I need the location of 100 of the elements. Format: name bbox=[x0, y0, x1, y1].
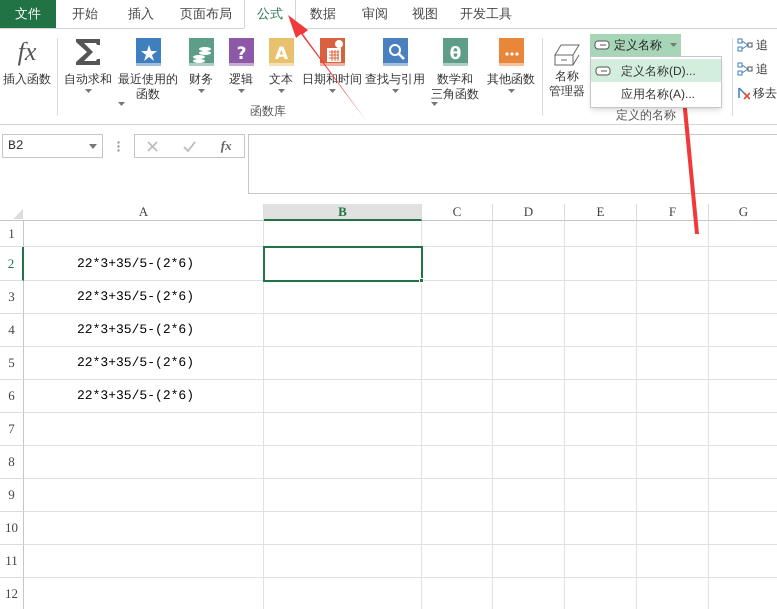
row-header[interactable]: 2 bbox=[0, 247, 24, 281]
table-cell bbox=[422, 446, 493, 479]
table-cell bbox=[422, 413, 493, 446]
table-cell bbox=[565, 281, 637, 314]
column-header[interactable]: G bbox=[709, 204, 777, 221]
table-cell bbox=[422, 380, 493, 413]
ribbon-tab[interactable]: 页面布局 bbox=[168, 0, 244, 28]
table-cell bbox=[493, 479, 565, 512]
ribbon-tab[interactable]: 开发工具 bbox=[450, 0, 522, 28]
table-cell bbox=[565, 479, 637, 512]
row-header[interactable]: 11 bbox=[0, 545, 24, 578]
table-cell bbox=[422, 314, 493, 347]
row-header[interactable]: 5 bbox=[0, 347, 24, 380]
table-cell bbox=[493, 281, 565, 314]
table-cell bbox=[565, 247, 637, 281]
ribbon-button[interactable]: 其他函数 bbox=[483, 29, 539, 113]
table-cell: 22*3+35/5-(2*6) bbox=[24, 380, 264, 413]
group-label: 定义的名称 bbox=[616, 107, 676, 124]
ribbon-tab[interactable]: 审阅 bbox=[350, 0, 400, 28]
menu-item[interactable]: 应用名称(A)... bbox=[591, 82, 721, 105]
table-cell bbox=[637, 413, 709, 446]
column-header[interactable]: F bbox=[637, 204, 709, 221]
formula-input[interactable] bbox=[248, 134, 777, 194]
table-cell: 22*3+35/5-(2*6) bbox=[24, 247, 264, 281]
table-cell bbox=[565, 545, 637, 578]
column-header[interactable]: D bbox=[493, 204, 565, 221]
trace-arrows-icon bbox=[737, 62, 753, 76]
table-cell bbox=[637, 380, 709, 413]
ribbon-button[interactable]: 财务 bbox=[181, 29, 221, 113]
book-icon bbox=[317, 37, 347, 67]
file-tab[interactable]: 文件 bbox=[0, 0, 56, 28]
row-header[interactable]: 1 bbox=[0, 221, 24, 247]
table-cell bbox=[565, 512, 637, 545]
table-cell bbox=[422, 221, 493, 247]
dropdown-icon bbox=[89, 144, 97, 148]
ribbon-tab[interactable]: 公式 bbox=[244, 0, 296, 29]
table-cell: 22*3+35/5-(2*6) bbox=[24, 314, 264, 347]
table-cell bbox=[637, 281, 709, 314]
audit-button[interactable]: 移去 bbox=[737, 83, 777, 103]
row-header[interactable]: 8 bbox=[0, 446, 24, 479]
column-header[interactable]: E bbox=[565, 204, 637, 221]
name-box[interactable]: B2 bbox=[2, 134, 103, 158]
ribbon-button[interactable]: 最近使用的 函数 bbox=[115, 29, 181, 113]
check-icon[interactable] bbox=[183, 140, 196, 152]
table-cell bbox=[493, 314, 565, 347]
sigma-icon bbox=[74, 37, 102, 67]
name-manager-button[interactable]: 名称 管理器 bbox=[546, 29, 588, 109]
table-cell: 22*3+35/5-(2*6) bbox=[24, 281, 264, 314]
row-header[interactable]: 3 bbox=[0, 281, 24, 314]
ribbon-button[interactable]: 查找与引用 bbox=[363, 29, 427, 113]
ribbon-button[interactable]: θ 数学和 三角函数 bbox=[427, 29, 483, 113]
row-header[interactable]: 9 bbox=[0, 479, 24, 512]
fill-handle[interactable] bbox=[419, 278, 424, 283]
table-cell bbox=[422, 479, 493, 512]
row-header[interactable]: 12 bbox=[0, 578, 24, 609]
table-cell bbox=[565, 221, 637, 247]
active-cell[interactable] bbox=[264, 247, 422, 281]
ribbon-tab[interactable]: 数据 bbox=[296, 0, 350, 28]
table-cell: 22*3+35/5-(2*6) bbox=[24, 347, 264, 380]
table-cell bbox=[493, 380, 565, 413]
table-cell bbox=[637, 479, 709, 512]
book-icon bbox=[133, 37, 163, 67]
audit-button[interactable]: 追 bbox=[737, 59, 777, 79]
row-header[interactable]: 10 bbox=[0, 512, 24, 545]
table-cell bbox=[565, 347, 637, 380]
row-header[interactable]: 7 bbox=[0, 413, 24, 446]
column-header[interactable]: B bbox=[264, 204, 422, 221]
more-icon bbox=[117, 141, 120, 152]
define-name-button[interactable]: 定义名称 bbox=[590, 34, 681, 56]
tag-icon bbox=[594, 40, 610, 50]
function-icon: fx bbox=[18, 39, 36, 65]
audit-button[interactable]: 追 bbox=[737, 35, 777, 55]
book-icon bbox=[496, 37, 526, 67]
column-header[interactable]: C bbox=[422, 204, 493, 221]
tag-icon bbox=[595, 66, 611, 76]
row-header[interactable]: 6 bbox=[0, 380, 24, 413]
table-cell bbox=[422, 545, 493, 578]
ribbon-tab[interactable]: 视图 bbox=[400, 0, 450, 28]
ribbon-tab[interactable]: 插入 bbox=[114, 0, 168, 28]
cancel-icon[interactable] bbox=[147, 140, 158, 152]
table-cell bbox=[637, 314, 709, 347]
column-header[interactable]: A bbox=[24, 204, 264, 221]
select-all-icon bbox=[13, 209, 23, 219]
table-cell bbox=[422, 281, 493, 314]
menu-item[interactable]: 定义名称(D)... bbox=[591, 59, 721, 82]
table-cell bbox=[637, 512, 709, 545]
ribbon-button[interactable]: fx 插入函数 bbox=[0, 29, 54, 113]
row-header[interactable]: 4 bbox=[0, 314, 24, 347]
cell-reference: B2 bbox=[8, 137, 24, 156]
remove-arrows-icon bbox=[737, 86, 750, 100]
table-cell bbox=[493, 247, 565, 281]
table-cell bbox=[637, 545, 709, 578]
trace-arrows-icon bbox=[737, 38, 753, 52]
dropdown-icon bbox=[670, 43, 677, 47]
insert-function-button[interactable]: fx bbox=[220, 136, 232, 156]
table-cell bbox=[422, 347, 493, 380]
book-icon: A bbox=[266, 37, 296, 67]
ribbon-tab[interactable]: 开始 bbox=[56, 0, 114, 28]
table-cell bbox=[565, 413, 637, 446]
ribbon-button[interactable]: 自动求和 bbox=[61, 29, 115, 113]
